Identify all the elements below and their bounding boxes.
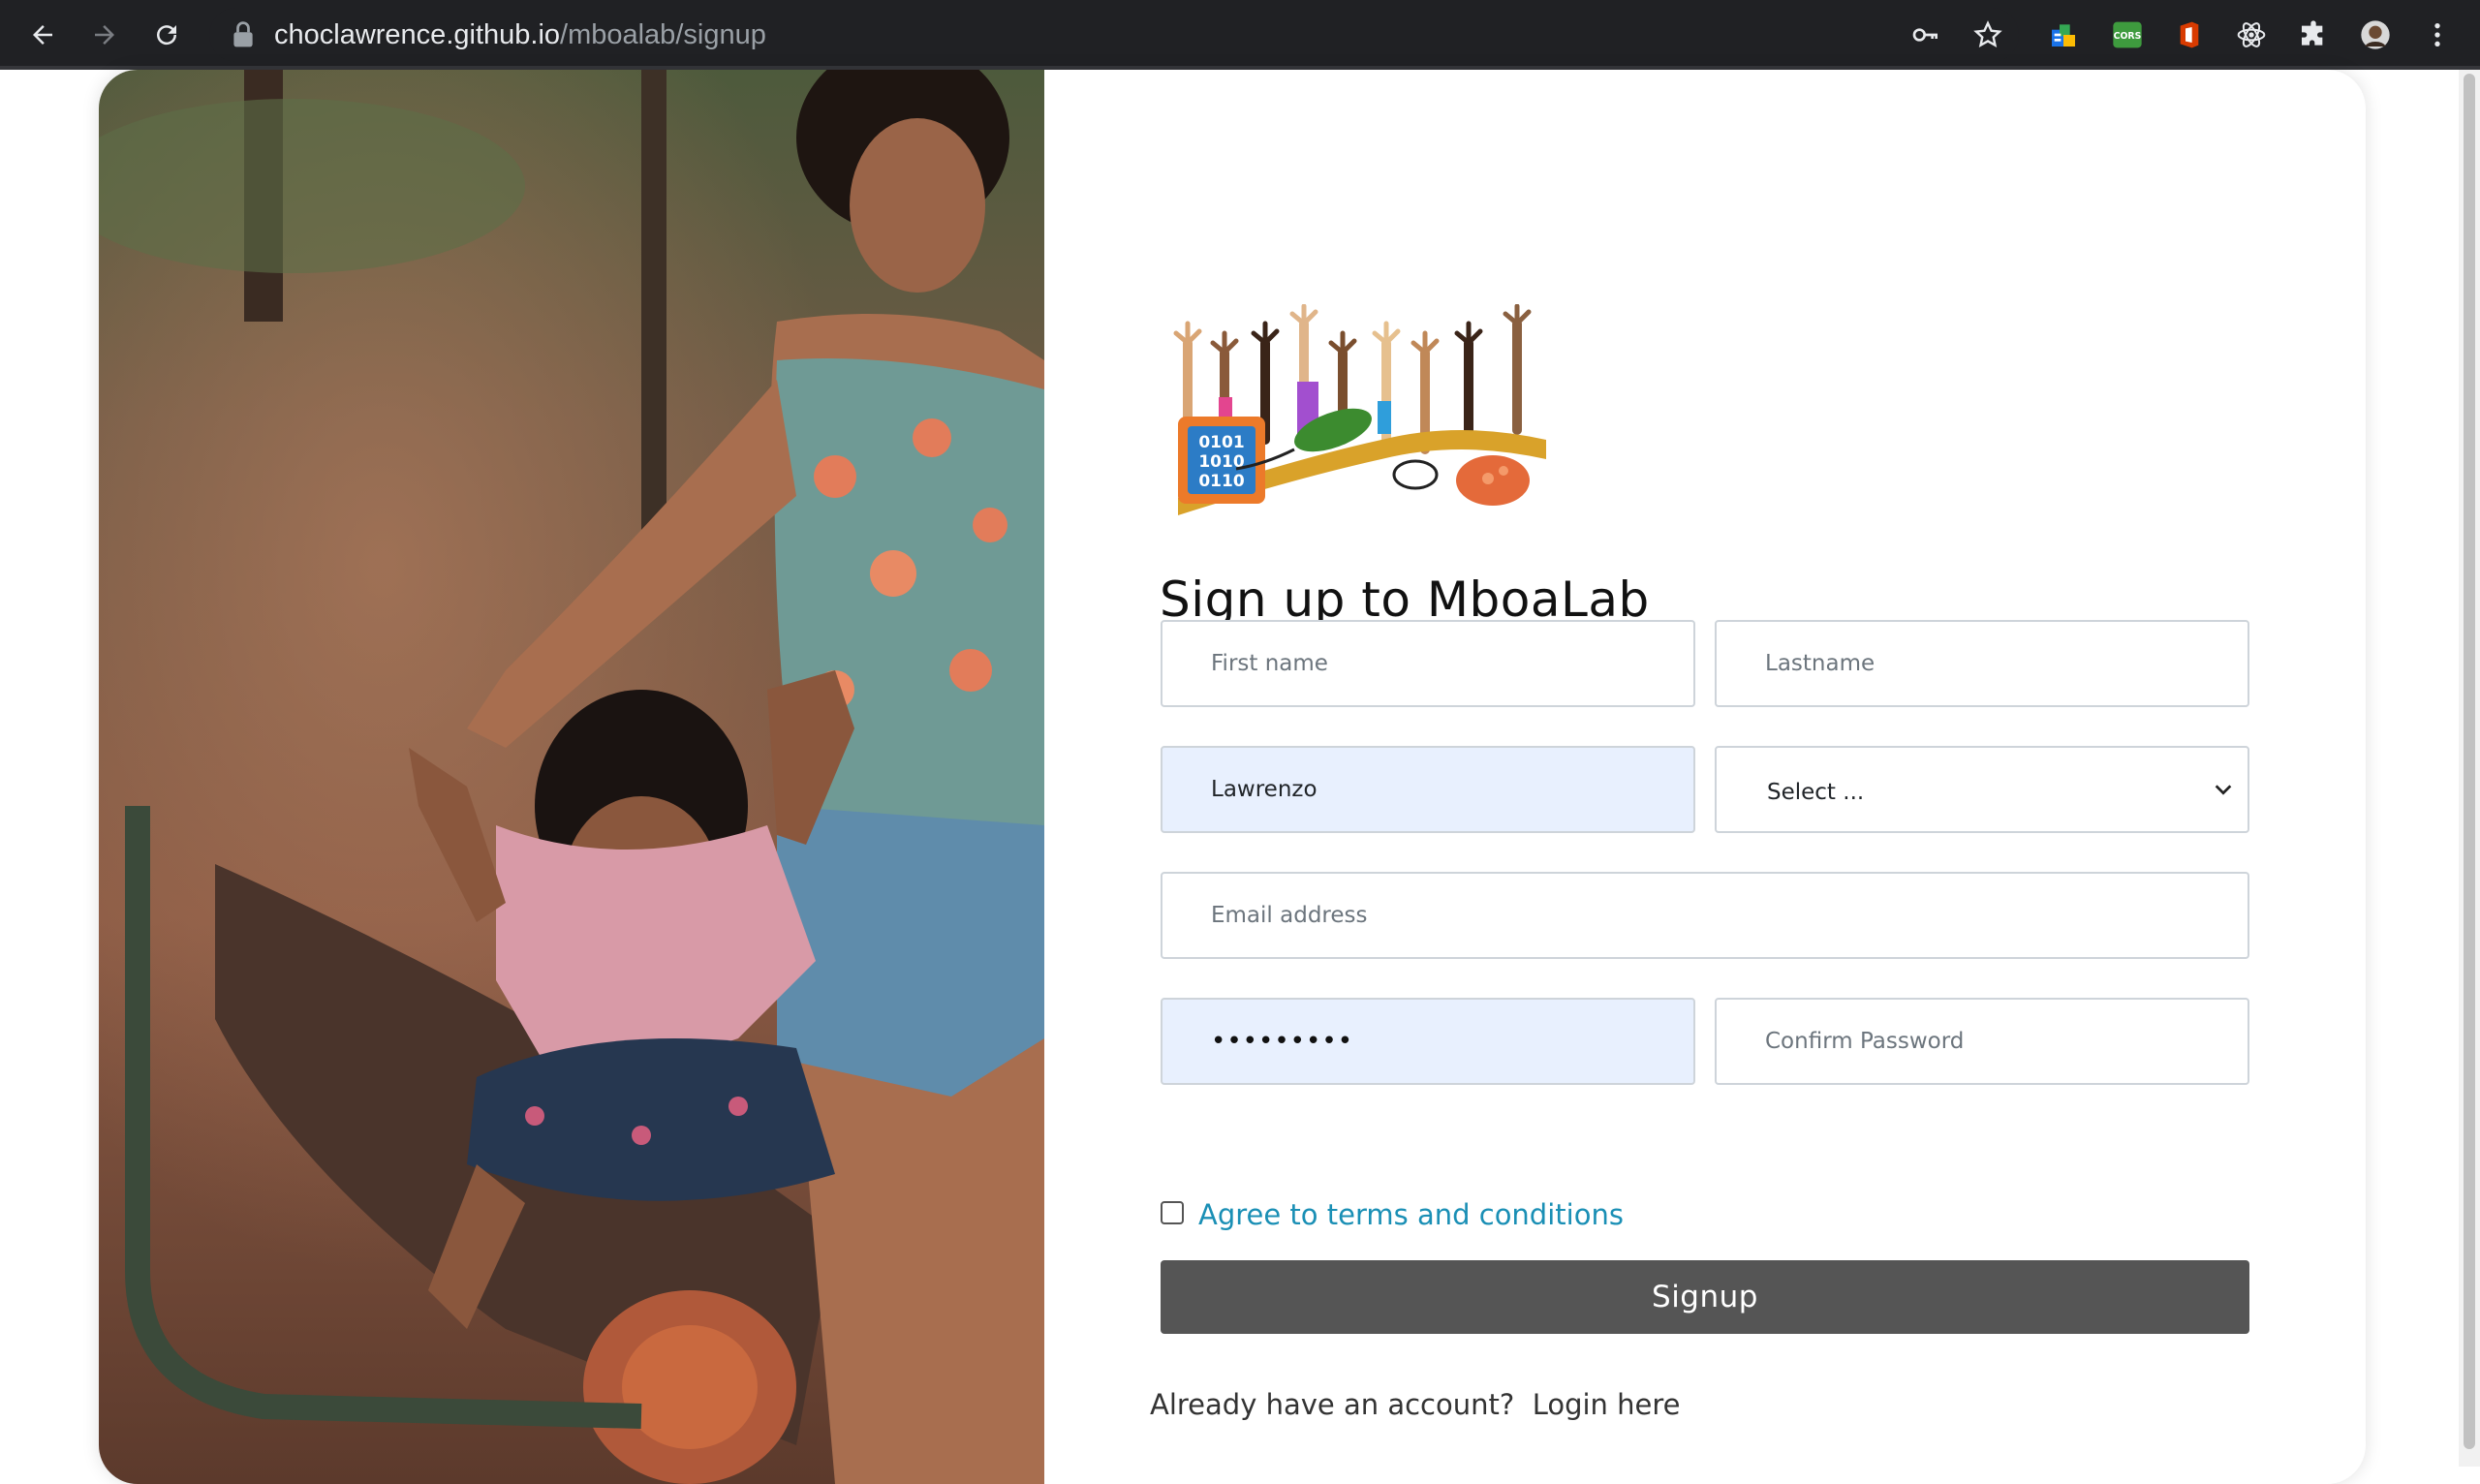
terms-link[interactable]: Agree to terms and conditions (1198, 1197, 1624, 1232)
page: 0101 1010 0110 Sign up to MboaLab First … (0, 70, 2480, 1484)
first-name-placeholder: First name (1211, 651, 1328, 676)
logo-binary-1: 0101 (1198, 433, 1244, 452)
role-select-value: Select ... (1767, 780, 1865, 805)
react-devtools-icon[interactable] (2232, 15, 2271, 54)
already-text: Already have an account? (1150, 1388, 1515, 1421)
url-path: /mboalab/signup (560, 19, 766, 50)
cors-label: CORS (2114, 31, 2142, 42)
username-field[interactable]: Lawrenzo (1161, 746, 1695, 833)
profile-avatar[interactable] (2356, 15, 2395, 54)
kebab-menu-icon[interactable] (2418, 15, 2457, 54)
terms-checkbox[interactable] (1161, 1201, 1184, 1224)
url-text[interactable]: choclawrence.github.io/mboalab/signup (274, 17, 766, 52)
reload-icon[interactable] (147, 15, 186, 54)
last-name-placeholder: Lastname (1765, 651, 1876, 676)
office-icon[interactable] (2170, 15, 2209, 54)
role-select[interactable]: Select ... (1715, 746, 2249, 833)
first-name-field[interactable]: First name (1161, 620, 1695, 707)
chevron-down-icon (2215, 785, 2232, 795)
back-arrow-icon[interactable] (23, 15, 62, 54)
last-name-field[interactable]: Lastname (1715, 620, 2249, 707)
forward-arrow-icon[interactable] (85, 15, 124, 54)
browser-toolbar: choclawrence.github.io/mboalab/signup CO… (0, 0, 2480, 70)
email-field[interactable]: Email address (1161, 872, 2249, 959)
confirm-password-field[interactable]: Confirm Password (1715, 998, 2249, 1085)
url-host: choclawrence.github.io (274, 19, 561, 50)
lock-icon[interactable] (232, 21, 254, 48)
scrollbar-thumb[interactable] (2464, 74, 2475, 1449)
confirm-password-placeholder: Confirm Password (1765, 1029, 1965, 1054)
username-value: Lawrenzo (1211, 777, 1318, 802)
cors-extension-icon[interactable]: CORS (2108, 15, 2147, 54)
star-icon[interactable] (1968, 15, 2007, 54)
mboalab-logo: 0101 1010 0110 (1173, 304, 1546, 515)
login-link[interactable]: Login here (1533, 1388, 1681, 1421)
extension-icon[interactable] (2044, 15, 2083, 54)
page-scrollbar[interactable] (2459, 70, 2480, 1467)
email-placeholder: Email address (1211, 903, 1368, 928)
password-field[interactable]: ••••••••• (1161, 998, 1695, 1085)
signup-button[interactable]: Signup (1161, 1260, 2249, 1334)
puzzle-icon[interactable] (2294, 15, 2333, 54)
key-icon[interactable] (1906, 15, 1945, 54)
password-value: ••••••••• (1211, 1027, 1354, 1056)
login-prompt: Already have an account? Login here (1150, 1387, 1681, 1422)
logo-binary-3: 0110 (1198, 472, 1244, 491)
hero-photo (99, 70, 1044, 1484)
